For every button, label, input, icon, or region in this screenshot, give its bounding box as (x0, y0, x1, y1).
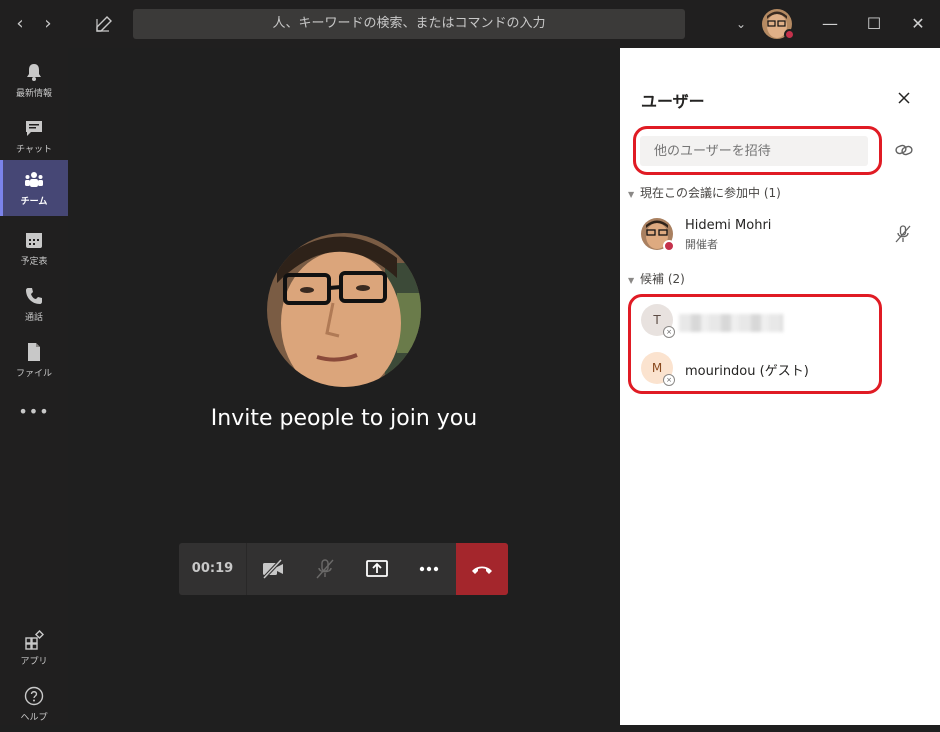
status-badge (784, 29, 795, 40)
more-icon (419, 566, 439, 572)
call-stage: Invite people to join you 00:19 (68, 48, 620, 725)
participant-role: 開催者 (685, 238, 718, 251)
minimize-icon[interactable]: — (818, 12, 842, 36)
participant-row[interactable]: Hidemi Mohri 開催者 (641, 214, 921, 254)
panel-title: ユーザー (641, 92, 705, 111)
section-count: (1) (763, 186, 781, 200)
suggested-section[interactable]: ▼ 候補 (2) (628, 270, 685, 287)
title-bar: ‹ › 人、キーワードの検索、またはコマンドの入力 ⌄ — ☐ ✕ (0, 0, 940, 48)
calendar-icon (26, 233, 42, 248)
rail-item-label: 通話 (24, 313, 43, 323)
apps-icon (25, 630, 44, 650)
rail-item-chat[interactable]: チャット (0, 108, 68, 164)
more-options-button[interactable] (403, 543, 455, 595)
highlight-ring (633, 126, 882, 175)
rail-item-help[interactable]: ヘルプ (0, 676, 68, 732)
unavailable-badge-icon: × (663, 374, 675, 386)
call-timer: 00:19 (179, 543, 247, 595)
in-meeting-section[interactable]: ▼ 現在この会議に参加中 (1) (628, 184, 781, 201)
rail-item-label: ファイル (15, 369, 52, 379)
section-label: 現在この会議に参加中 (640, 186, 761, 200)
compose-icon[interactable] (92, 12, 116, 36)
rail-item-calls[interactable]: 通話 (0, 276, 68, 332)
call-controls: 00:19 (179, 543, 508, 595)
mic-off-icon (316, 559, 334, 579)
close-icon[interactable]: ✕ (906, 12, 930, 36)
rail-item-label: 予定表 (20, 257, 48, 267)
chat-icon (26, 121, 42, 136)
unavailable-badge-icon: × (663, 326, 675, 338)
chevron-left-icon[interactable]: ‹ (10, 12, 30, 36)
app-rail: 最新情報 チャット チーム 予定表 通話 ファイル ••• アプリ ヘルプ (0, 48, 68, 725)
suggested-person-row[interactable]: M × mourindou (ゲスト) (641, 352, 921, 392)
file-icon (28, 343, 40, 361)
chevron-down-icon[interactable]: ⌄ (733, 14, 749, 34)
video-off-icon (262, 558, 283, 580)
rail-item-more[interactable]: ••• (0, 388, 68, 444)
rail-item-teams[interactable]: チーム (0, 160, 68, 216)
mic-button[interactable] (299, 543, 351, 595)
close-icon[interactable] (894, 88, 914, 108)
participant-avatar (267, 233, 421, 387)
suggested-person-name: mourindou (ゲスト) (685, 364, 809, 379)
help-icon (24, 686, 44, 706)
rail-item-label: アプリ (20, 657, 48, 667)
phone-icon (26, 288, 42, 304)
teams-icon (25, 172, 43, 187)
collapse-triangle-icon: ▼ (628, 190, 635, 199)
chevron-right-icon[interactable]: › (38, 12, 58, 36)
link-icon[interactable] (894, 140, 914, 160)
rail-item-label: チャット (16, 145, 52, 155)
rail-item-label: 最新情報 (15, 89, 52, 99)
share-screen-icon (366, 560, 388, 577)
search-input[interactable]: 人、キーワードの検索、またはコマンドの入力 (133, 9, 685, 39)
mic-off-icon (893, 224, 913, 244)
participant-name: Hidemi Mohri (685, 218, 772, 233)
hang-up-button[interactable] (456, 543, 508, 595)
more-icon: ••• (18, 402, 50, 421)
rail-item-calendar[interactable]: 予定表 (0, 220, 68, 276)
people-panel: ユーザー ▼ 現在この会議に参加中 (1) Hidemi Mohri 開催者 ▼ 候… (620, 48, 940, 725)
hang-up-icon (472, 566, 492, 574)
rail-item-label: ヘルプ (20, 713, 48, 723)
collapse-triangle-icon: ▼ (628, 276, 635, 285)
rail-item-apps[interactable]: アプリ (0, 620, 68, 676)
section-label: 候補 (640, 272, 665, 286)
bell-icon (27, 64, 41, 81)
invite-message: Invite people to join you (210, 406, 478, 431)
rail-item-label: チーム (20, 197, 48, 207)
redacted-name (679, 314, 783, 332)
rail-item-activity[interactable]: 最新情報 (0, 52, 68, 108)
share-screen-button[interactable] (351, 543, 403, 595)
camera-off-button[interactable] (247, 543, 299, 595)
section-count: (2) (667, 272, 685, 286)
rail-item-files[interactable]: ファイル (0, 332, 68, 388)
maximize-icon[interactable]: ☐ (862, 12, 886, 36)
status-badge (663, 240, 675, 252)
